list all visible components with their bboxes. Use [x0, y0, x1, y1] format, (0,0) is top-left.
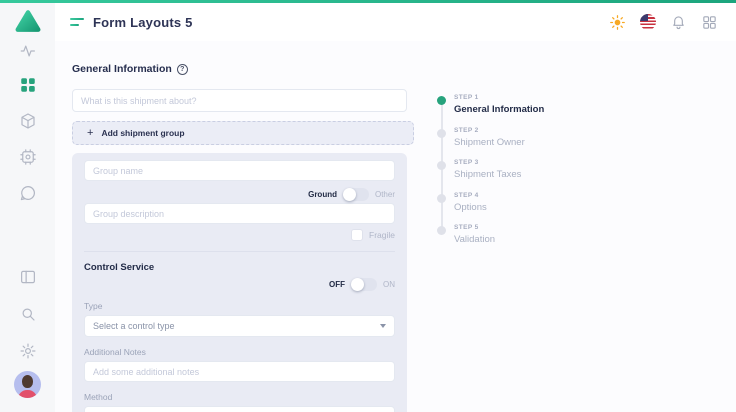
section-header: General Information ? [72, 63, 188, 75]
app-header: Form Layouts 5 [55, 3, 736, 41]
ground-other-toggle-row: Ground Other [84, 187, 395, 201]
step-title: Validation [454, 234, 495, 245]
additional-notes-input[interactable] [84, 361, 395, 382]
chevron-down-icon [380, 324, 386, 328]
step-dot-4 [437, 194, 446, 203]
bell-icon[interactable] [670, 14, 687, 31]
us-flag-icon[interactable] [640, 14, 656, 30]
stepper-step-4[interactable]: STEP 4 Options [454, 192, 487, 213]
section-title: General Information [72, 63, 172, 75]
header-actions [609, 3, 718, 41]
stepper-step-5[interactable]: STEP 5 Validation [454, 224, 495, 245]
fragile-label: Fragile [369, 230, 395, 240]
on-label: ON [383, 280, 395, 289]
page-title: Form Layouts 5 [93, 15, 193, 30]
control-type-value: Select a control type [93, 321, 175, 331]
step-dot-3 [437, 161, 446, 170]
toggle-knob [351, 278, 364, 291]
method-label: Method [84, 392, 395, 402]
step-eyebrow: STEP 3 [454, 159, 521, 166]
card-divider [84, 251, 395, 252]
step-eyebrow: STEP 4 [454, 192, 487, 199]
plus-icon: + [87, 128, 93, 139]
stepper-step-1[interactable]: STEP 1 General Information [454, 94, 544, 115]
step-eyebrow: STEP 2 [454, 127, 525, 134]
ground-other-toggle[interactable] [343, 188, 369, 201]
search-icon[interactable] [0, 305, 55, 323]
step-title: Shipment Taxes [454, 169, 521, 180]
user-avatar[interactable] [14, 371, 41, 398]
shipment-group-card: Ground Other Fragile Control Service OFF… [72, 153, 407, 412]
main-content: General Information ? + Add shipment gro… [55, 41, 736, 412]
step-dot-1 [437, 96, 446, 105]
top-accent-bar [0, 0, 736, 3]
stepper-step-3[interactable]: STEP 3 Shipment Taxes [454, 159, 521, 180]
notes-label: Additional Notes [84, 347, 395, 357]
sun-icon[interactable] [609, 14, 626, 31]
layout-icon[interactable] [0, 268, 55, 286]
fragile-row: Fragile [84, 228, 395, 241]
control-type-select[interactable]: Select a control type [84, 315, 395, 337]
step-title: Options [454, 202, 487, 213]
toggle-left-label: Ground [308, 190, 337, 199]
grid-icon[interactable] [0, 76, 55, 94]
step-eyebrow: STEP 1 [454, 94, 544, 101]
menu-toggle-icon[interactable] [70, 18, 84, 26]
storage-method-select[interactable]: Select a storage [84, 406, 395, 412]
step-dot-5 [437, 226, 446, 235]
sidebar [0, 3, 55, 412]
control-service-title: Control Service [84, 262, 395, 273]
help-icon[interactable]: ? [177, 64, 188, 75]
step-eyebrow: STEP 5 [454, 224, 495, 231]
app-logo[interactable] [0, 9, 55, 33]
type-label: Type [84, 301, 395, 311]
off-on-toggle-row: OFF ON [84, 277, 395, 291]
off-on-toggle[interactable] [351, 278, 377, 291]
fragile-checkbox[interactable] [351, 229, 363, 241]
cube-icon[interactable] [0, 112, 55, 130]
activity-icon[interactable] [0, 42, 55, 60]
shipment-about-input[interactable] [72, 89, 407, 112]
chat-icon[interactable] [0, 184, 55, 202]
wizard-stepper: STEP 1 General Information STEP 2 Shipme… [437, 90, 697, 290]
add-shipment-group-button[interactable]: + Add shipment group [72, 121, 414, 145]
gear-icon[interactable] [0, 342, 55, 360]
off-label: OFF [329, 280, 345, 289]
toggle-right-label: Other [375, 190, 395, 199]
toggle-knob [343, 188, 356, 201]
step-title: General Information [454, 104, 544, 115]
add-group-label: Add shipment group [101, 128, 184, 138]
group-description-input[interactable] [84, 203, 395, 224]
stepper-step-2[interactable]: STEP 2 Shipment Owner [454, 127, 525, 148]
apps-grid-icon[interactable] [701, 14, 718, 31]
step-dot-2 [437, 129, 446, 138]
group-name-input[interactable] [84, 160, 395, 181]
chip-icon[interactable] [0, 148, 55, 166]
step-title: Shipment Owner [454, 137, 525, 148]
